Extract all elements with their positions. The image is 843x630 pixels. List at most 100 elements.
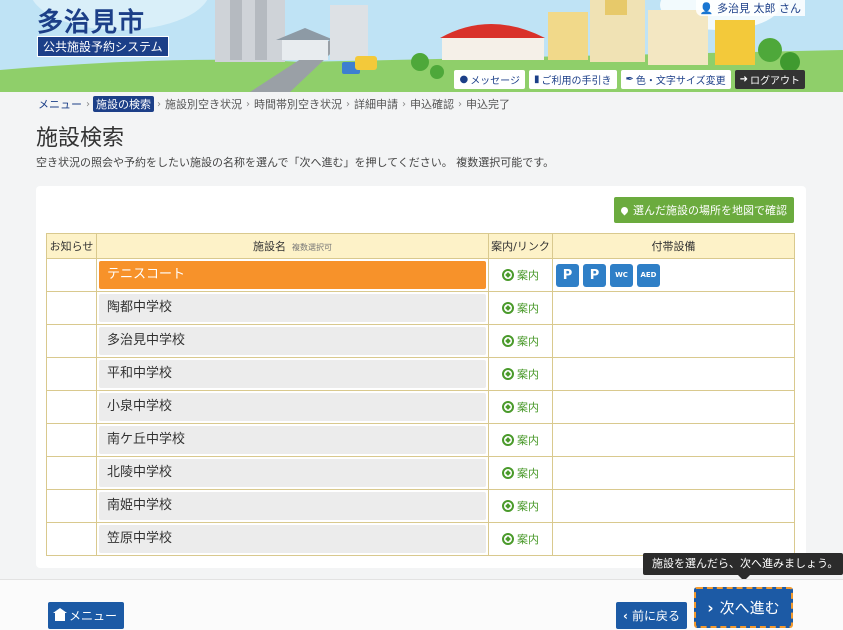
guide-link-cell: 案内 — [488, 456, 553, 490]
guide-link-label: 案内 — [517, 367, 539, 381]
header-facility-name-label: 施設名 — [253, 240, 286, 253]
facility-name-cell: 南ケ丘中学校 — [96, 423, 489, 457]
header-buttons: ● メッセージ ▮ ご利用の手引き ✒ 色・文字サイズ変更 ➜ ログアウト — [454, 70, 805, 89]
comment-icon: ● — [459, 74, 469, 85]
guide-link-label: 案内 — [517, 499, 539, 513]
guide-link[interactable]: 案内 — [502, 498, 539, 514]
equipment-cell — [552, 456, 795, 490]
user-name: 👤 多治見 太郎 さん — [695, 0, 805, 16]
notice-cell — [46, 324, 97, 358]
guide-link-cell: 案内 — [488, 258, 553, 292]
guide-link-cell: 案内 — [488, 357, 553, 391]
facility-select-button[interactable]: 南ケ丘中学校 — [99, 426, 486, 454]
facility-select-button[interactable]: 平和中学校 — [99, 360, 486, 388]
message-button[interactable]: ● メッセージ — [454, 70, 525, 89]
next-hint-tooltip: 施設を選んだら、次へ進みましょう。 — [643, 553, 843, 581]
guide-link[interactable]: 案内 — [502, 399, 539, 415]
message-button-label: メッセージ — [470, 76, 520, 87]
chevron-right-icon: › — [707, 598, 714, 617]
next-button[interactable]: › 次へ進む — [694, 587, 793, 628]
facility-name-cell: 平和中学校 — [96, 357, 489, 391]
equipment-cell — [552, 489, 795, 523]
book-icon: ▮ — [534, 74, 540, 85]
compass-icon — [502, 532, 514, 545]
guide-link[interactable]: 案内 — [502, 465, 539, 481]
next-button-label: 次へ進む — [719, 599, 780, 617]
facility-name-cell: テニスコート — [96, 258, 489, 292]
facility-name-cell: 南姫中学校 — [96, 489, 489, 523]
compass-icon — [502, 400, 514, 413]
equipment-cell: P P WC AED — [552, 258, 795, 292]
compass-icon — [502, 301, 514, 314]
guide-button-label: ご利用の手引き — [541, 76, 612, 87]
header-banner: 多治見市 公共施設予約システム 👤 多治見 太郎 さん ● メッセージ ▮ ご利… — [0, 0, 843, 92]
logout-button[interactable]: ➜ ログアウト — [734, 70, 805, 89]
notice-cell — [46, 489, 97, 523]
accessible-toilet-icon: WC — [610, 263, 633, 287]
guide-link-label: 案内 — [517, 532, 539, 546]
menu-button-label: メニュー — [69, 609, 118, 623]
chevron-right-icon: › — [458, 98, 462, 110]
notice-cell — [46, 522, 97, 556]
equipment-cell — [552, 324, 795, 358]
notice-cell — [46, 423, 97, 457]
compass-icon — [502, 334, 514, 347]
guide-button[interactable]: ▮ ご利用の手引き — [529, 70, 617, 89]
facility-panel: 選んだ施設の場所を地図で確認 お知らせ 施設名 複数選択可 案内/リンク 付帯設備… — [36, 186, 806, 568]
facility-select-button[interactable]: 陶都中学校 — [99, 294, 486, 322]
header-notice: お知らせ — [46, 233, 97, 259]
guide-link-cell: 案内 — [488, 324, 553, 358]
compass-icon — [502, 268, 514, 281]
equipment-cell — [552, 291, 795, 325]
guide-link[interactable]: 案内 — [502, 432, 539, 448]
header-facility-name: 施設名 複数選択可 — [96, 233, 489, 259]
notice-cell — [46, 390, 97, 424]
header-multi-select-note: 複数選択可 — [292, 243, 332, 252]
aed-icon-text: AED — [640, 271, 657, 279]
facility-select-button[interactable]: 小泉中学校 — [99, 393, 486, 421]
facility-name-cell: 陶都中学校 — [96, 291, 489, 325]
brush-icon: ✒ — [625, 74, 634, 85]
map-confirm-button[interactable]: 選んだ施設の場所を地図で確認 — [614, 197, 794, 223]
breadcrumb-menu[interactable]: メニュー — [37, 96, 83, 112]
facility-select-button[interactable]: 笠原中学校 — [99, 525, 486, 553]
menu-button[interactable]: メニュー — [48, 602, 125, 629]
city-name: 多治見市 — [37, 8, 146, 38]
logout-button-label: ログアウト — [750, 76, 800, 87]
equipment-cell — [552, 522, 795, 556]
color-size-button[interactable]: ✒ 色・文字サイズ変更 — [620, 70, 731, 89]
guide-link-label: 案内 — [517, 466, 539, 480]
table-header-row: お知らせ 施設名 複数選択可 案内/リンク 付帯設備 — [46, 233, 795, 259]
guide-link-cell: 案内 — [488, 291, 553, 325]
breadcrumb-confirm: 申込確認 — [410, 98, 454, 111]
page-title: 施設検索 — [36, 126, 125, 151]
guide-link[interactable]: 案内 — [502, 300, 539, 316]
table-row: 小泉中学校 案内 — [46, 390, 795, 424]
notice-cell — [46, 291, 97, 325]
facility-table: お知らせ 施設名 複数選択可 案内/リンク 付帯設備 テニスコート 案内 P P WC AE… — [46, 233, 795, 556]
map-pin-icon — [619, 205, 630, 215]
guide-link[interactable]: 案内 — [502, 531, 539, 547]
back-button[interactable]: ‹ 前に戻る — [616, 602, 687, 629]
compass-icon — [502, 433, 514, 446]
breadcrumb-facility-search: 施設の検索 — [93, 96, 154, 112]
facility-select-button[interactable]: 多治見中学校 — [99, 327, 486, 355]
guide-link-label: 案内 — [517, 268, 539, 282]
breadcrumb-facility-availability: 施設別空き状況 — [165, 98, 242, 111]
facility-select-button[interactable]: 北陵中学校 — [99, 459, 486, 487]
map-confirm-label: 選んだ施設の場所を地図で確認 — [633, 204, 787, 217]
chevron-right-icon: › — [402, 98, 406, 110]
breadcrumb-time-availability: 時間帯別空き状況 — [254, 98, 342, 111]
guide-link[interactable]: 案内 — [502, 366, 539, 382]
guide-link[interactable]: 案内 — [502, 333, 539, 349]
chevron-right-icon: › — [346, 98, 350, 110]
notice-cell — [46, 258, 97, 292]
compass-icon — [502, 466, 514, 479]
guide-link[interactable]: 案内 — [502, 267, 539, 283]
facility-select-button[interactable]: テニスコート — [99, 261, 486, 289]
parking-icon-text: P — [562, 267, 573, 283]
aed-icon: AED — [637, 263, 660, 287]
table-row: 北陵中学校 案内 — [46, 456, 795, 490]
guide-link-cell: 案内 — [488, 522, 553, 556]
facility-select-button[interactable]: 南姫中学校 — [99, 492, 486, 520]
